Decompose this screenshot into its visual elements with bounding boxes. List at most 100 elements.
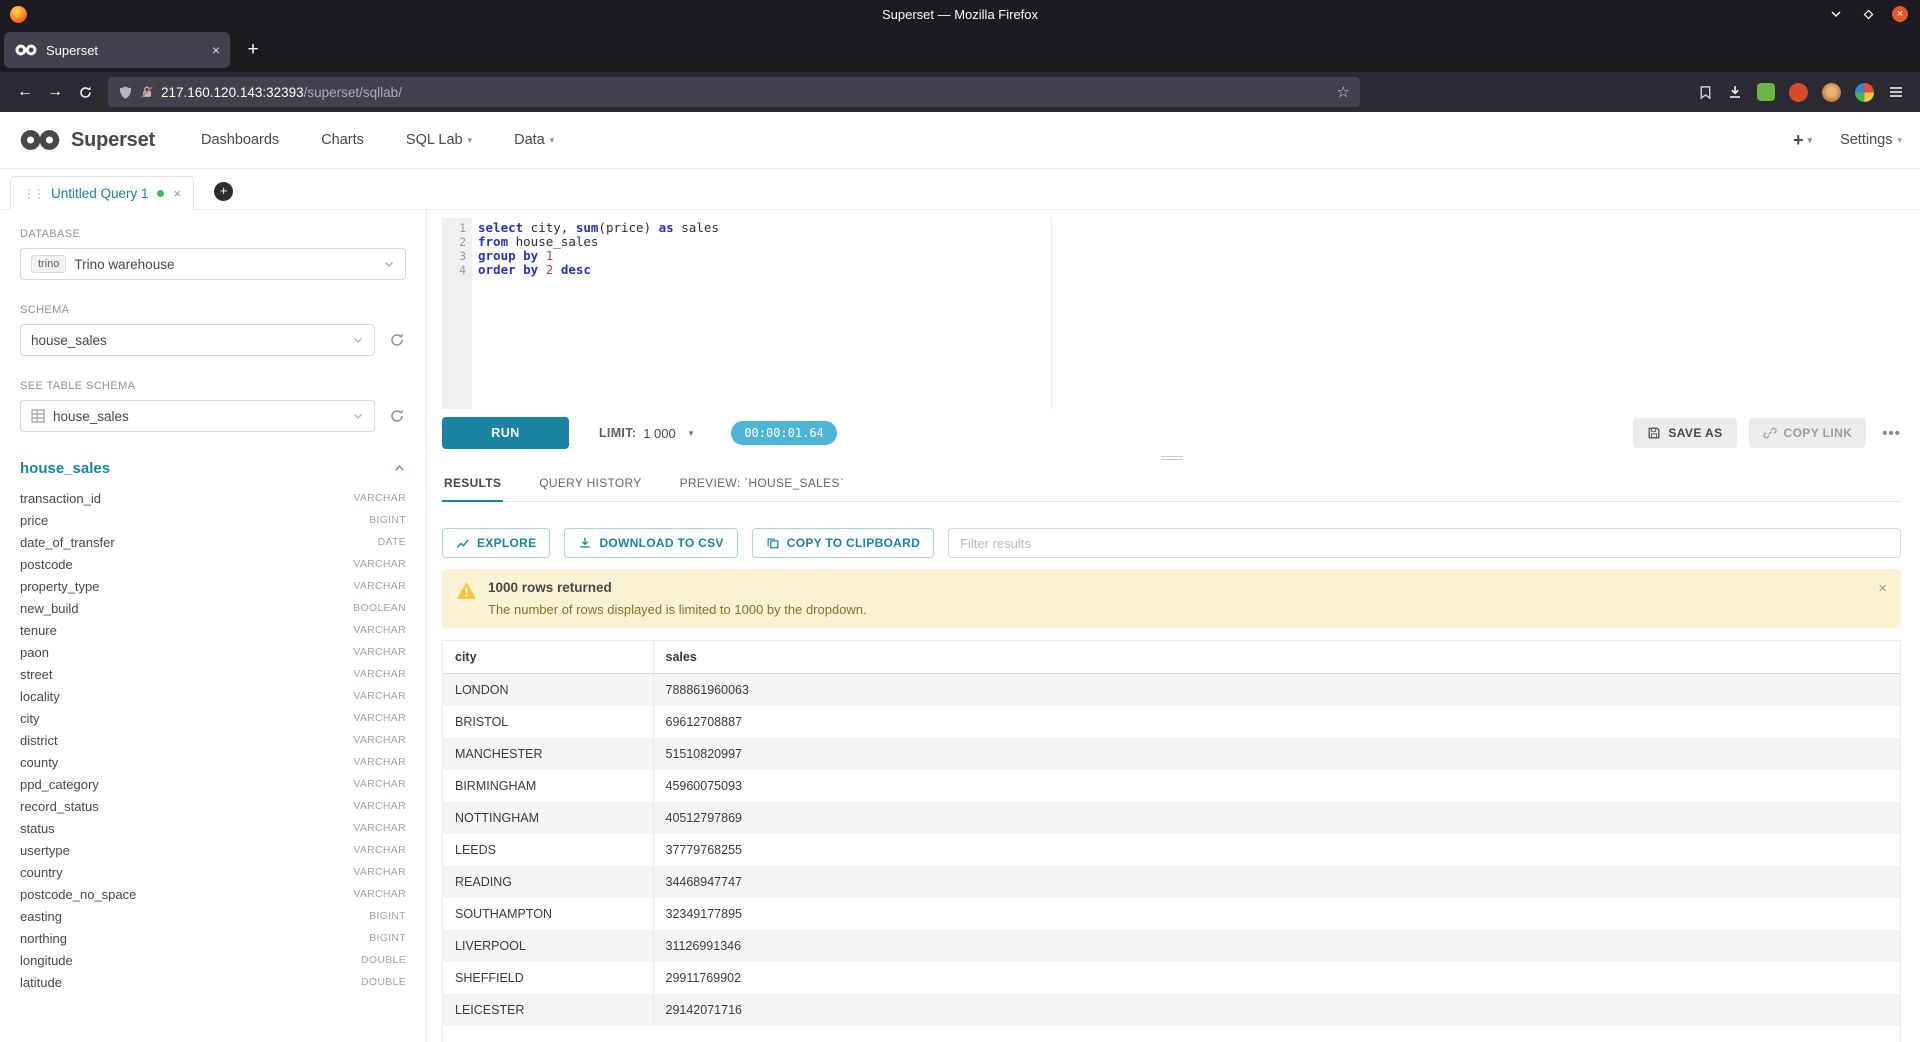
filter-results-input[interactable] xyxy=(948,528,1901,558)
column-item[interactable]: localityVARCHAR xyxy=(20,685,406,707)
extension-icon-1[interactable] xyxy=(1757,83,1775,101)
column-item[interactable]: date_of_transferDATE xyxy=(20,531,406,553)
column-item[interactable]: postcodeVARCHAR xyxy=(20,553,406,575)
column-item[interactable]: paonVARCHAR xyxy=(20,641,406,663)
results-cell: SOUTHAMPTON xyxy=(443,898,653,930)
tab-query-history[interactable]: QUERY HISTORY xyxy=(537,468,643,501)
explore-button[interactable]: EXPLORE xyxy=(442,528,550,558)
column-item[interactable]: ppd_categoryVARCHAR xyxy=(20,773,406,795)
limit-dropdown[interactable]: LIMIT: 1 000 ▾ xyxy=(599,426,693,441)
results-row: MANCHESTER51510820997 xyxy=(443,738,1900,770)
column-item[interactable]: tenureVARCHAR xyxy=(20,619,406,641)
alert-close-icon[interactable]: × xyxy=(1878,580,1887,597)
run-button[interactable]: RUN xyxy=(442,417,569,449)
results-cell: BIRMINGHAM xyxy=(443,770,653,802)
alert-title: 1000 rows returned xyxy=(488,580,867,595)
column-item[interactable]: countryVARCHAR xyxy=(20,861,406,883)
collapse-table-icon[interactable] xyxy=(393,462,406,475)
limit-label: LIMIT: xyxy=(599,426,636,440)
results-row: LEEDS37779768255 xyxy=(443,834,1900,866)
editor-code[interactable]: select city, sum(price) as salesfrom hou… xyxy=(472,218,1901,409)
copy-to-clipboard-button[interactable]: COPY TO CLIPBOARD xyxy=(752,528,934,558)
new-tab-button[interactable]: + xyxy=(238,35,268,65)
app-header: Superset Dashboards Charts SQL Lab▾ Data… xyxy=(0,112,1920,168)
column-item[interactable]: new_buildBOOLEAN xyxy=(20,597,406,619)
reload-icon[interactable] xyxy=(70,77,100,107)
refresh-schema-icon[interactable] xyxy=(388,331,406,349)
insecure-lock-icon[interactable] xyxy=(140,85,154,99)
url-bar[interactable]: 217.160.120.143:32393/superset/sqllab/ ☆ xyxy=(108,77,1360,107)
column-item[interactable]: latitudeDOUBLE xyxy=(20,971,406,993)
results-tbody: LONDON788861960063BRISTOL69612708887MANC… xyxy=(443,674,1900,1027)
results-column-header[interactable]: city xyxy=(443,641,653,674)
new-item-menu[interactable]: +▾ xyxy=(1793,130,1812,151)
tab-close-icon[interactable]: × xyxy=(212,42,220,58)
superset-brand[interactable]: Superset xyxy=(18,129,155,152)
more-options-icon[interactable]: ••• xyxy=(1882,425,1901,442)
rows-returned-alert: 1000 rows returned The number of rows di… xyxy=(442,569,1901,628)
schema-select-value: house_sales xyxy=(31,333,107,348)
brand-name: Superset xyxy=(71,129,155,152)
copy-link-button[interactable]: COPY LINK xyxy=(1749,418,1867,448)
column-name: tenure xyxy=(20,623,57,638)
column-item[interactable]: transaction_idVARCHAR xyxy=(20,487,406,509)
column-item[interactable]: longitudeDOUBLE xyxy=(20,949,406,971)
save-as-button[interactable]: SAVE AS xyxy=(1633,418,1736,448)
table-select[interactable]: house_sales xyxy=(20,400,375,432)
sql-editor[interactable]: 1234 select city, sum(price) as salesfro… xyxy=(442,218,1901,409)
column-type: DOUBLE xyxy=(361,954,406,966)
add-query-tab-button[interactable]: + xyxy=(214,182,233,201)
column-item[interactable]: usertypeVARCHAR xyxy=(20,839,406,861)
nav-sql-lab[interactable]: SQL Lab▾ xyxy=(406,132,472,148)
table-name-heading[interactable]: house_sales xyxy=(20,460,110,477)
query-tab-active[interactable]: ⋮⋮ Untitled Query 1 × xyxy=(10,176,194,210)
menu-hamburger-icon[interactable] xyxy=(1888,84,1904,100)
forward-icon[interactable]: → xyxy=(40,77,70,107)
column-item[interactable]: districtVARCHAR xyxy=(20,729,406,751)
pane-resizer-handle[interactable] xyxy=(442,450,1901,466)
nav-data[interactable]: Data▾ xyxy=(514,132,554,148)
drag-handle-icon[interactable]: ⋮⋮ xyxy=(23,187,43,201)
results-row: LEICESTER29142071716 xyxy=(443,994,1900,1026)
bookmark-star-icon[interactable]: ☆ xyxy=(1337,83,1350,101)
column-item[interactable]: record_statusVARCHAR xyxy=(20,795,406,817)
pocket-save-icon[interactable] xyxy=(1698,85,1713,100)
column-item[interactable]: northingBIGINT xyxy=(20,927,406,949)
browser-tab-superset[interactable]: Superset × xyxy=(4,32,230,68)
nav-dashboards[interactable]: Dashboards xyxy=(201,132,279,148)
column-item[interactable]: priceBIGINT xyxy=(20,509,406,531)
tab-results[interactable]: RESULTS xyxy=(442,468,503,502)
extension-icon-4[interactable] xyxy=(1855,83,1874,102)
column-item[interactable]: countyVARCHAR xyxy=(20,751,406,773)
results-row: SHEFFIELD29911769902 xyxy=(443,962,1900,994)
results-cell: 788861960063 xyxy=(653,674,1900,707)
downloads-icon[interactable] xyxy=(1727,84,1743,100)
column-item[interactable]: postcode_no_spaceVARCHAR xyxy=(20,883,406,905)
column-item[interactable]: eastingBIGINT xyxy=(20,905,406,927)
column-item[interactable]: streetVARCHAR xyxy=(20,663,406,685)
database-select[interactable]: trino Trino warehouse xyxy=(20,248,406,280)
nav-charts[interactable]: Charts xyxy=(321,132,364,148)
extension-icon-2[interactable] xyxy=(1789,83,1808,102)
download-csv-button[interactable]: DOWNLOAD TO CSV xyxy=(564,528,737,558)
window-close-icon[interactable]: × xyxy=(1892,6,1908,22)
window-minimize-icon[interactable] xyxy=(1828,6,1844,22)
back-icon[interactable]: ← xyxy=(10,77,40,107)
settings-menu[interactable]: Settings▾ xyxy=(1840,132,1902,148)
column-item[interactable]: property_typeVARCHAR xyxy=(20,575,406,597)
column-type: VARCHAR xyxy=(353,734,406,746)
column-type: VARCHAR xyxy=(353,888,406,900)
column-item[interactable]: cityVARCHAR xyxy=(20,707,406,729)
column-name: record_status xyxy=(20,799,99,814)
tab-preview-house-sales[interactable]: PREVIEW: `HOUSE_SALES` xyxy=(678,468,846,501)
window-maximize-icon[interactable] xyxy=(1860,6,1876,22)
schema-select[interactable]: house_sales xyxy=(20,324,375,356)
column-type: BIGINT xyxy=(369,932,406,944)
tracking-protection-shield-icon[interactable] xyxy=(118,85,133,100)
refresh-table-icon[interactable] xyxy=(388,407,406,425)
column-item[interactable]: statusVARCHAR xyxy=(20,817,406,839)
column-name: paon xyxy=(20,645,49,660)
query-tab-close-icon[interactable]: × xyxy=(174,186,182,201)
extension-icon-3[interactable] xyxy=(1822,83,1841,102)
results-column-header[interactable]: sales xyxy=(653,641,1900,674)
